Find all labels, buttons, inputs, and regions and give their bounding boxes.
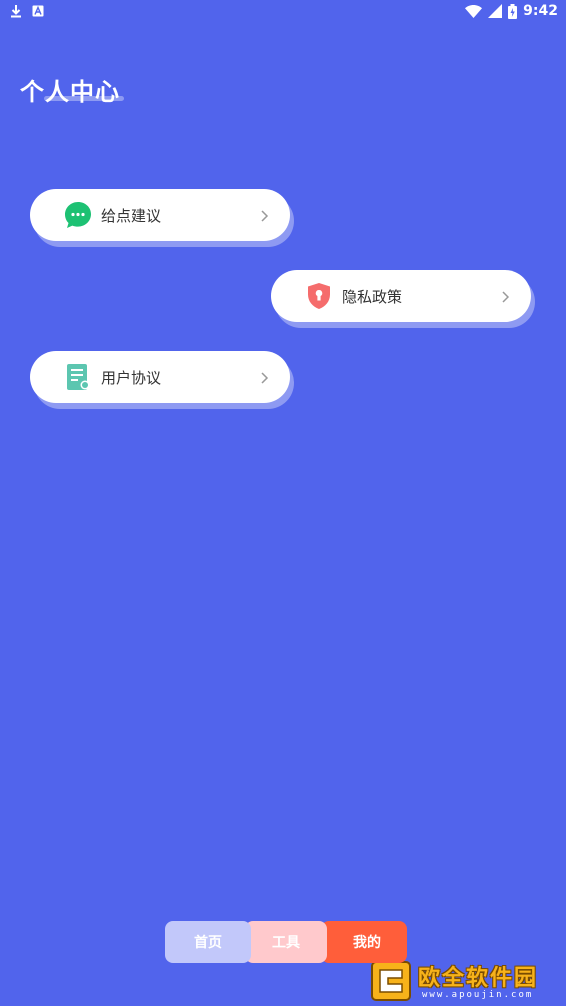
- a-box-icon: [32, 5, 44, 17]
- tab-tools[interactable]: 工具: [245, 921, 327, 963]
- menu-item-label: 给点建议: [101, 206, 162, 225]
- tab-mine[interactable]: 我的: [321, 921, 407, 963]
- status-time: 9:42: [523, 3, 558, 19]
- menu-item-feedback[interactable]: 给点建议: [30, 189, 290, 241]
- chevron-right-icon: [258, 208, 270, 222]
- page-title: 个人中心: [20, 78, 120, 106]
- menu-item-agreement[interactable]: 用户协议: [30, 351, 290, 403]
- wifi-icon: [465, 4, 483, 18]
- status-bar: 9:42: [0, 0, 566, 24]
- document-icon: [63, 362, 93, 392]
- watermark-text: 欧全软件园: [418, 966, 539, 991]
- bottom-nav: 首页 工具 我的: [165, 921, 407, 963]
- watermark-logo-icon: [370, 960, 412, 1002]
- menu-item-label: 隐私政策: [342, 287, 403, 306]
- menu-item-label: 用户协议: [101, 368, 162, 387]
- chevron-right-icon: [499, 289, 511, 303]
- signal-icon: [488, 4, 503, 18]
- tab-home[interactable]: 首页: [165, 921, 251, 963]
- watermark-url: www.apoujin.com: [422, 990, 534, 1000]
- battery-icon: [508, 3, 518, 19]
- shield-icon: [304, 281, 334, 311]
- chat-bubble-icon: [63, 200, 93, 230]
- chevron-right-icon: [258, 370, 270, 384]
- download-icon: [10, 4, 22, 18]
- watermark: 欧全软件园 www.apoujin.com: [366, 958, 562, 1004]
- menu-item-privacy[interactable]: 隐私政策: [271, 270, 531, 322]
